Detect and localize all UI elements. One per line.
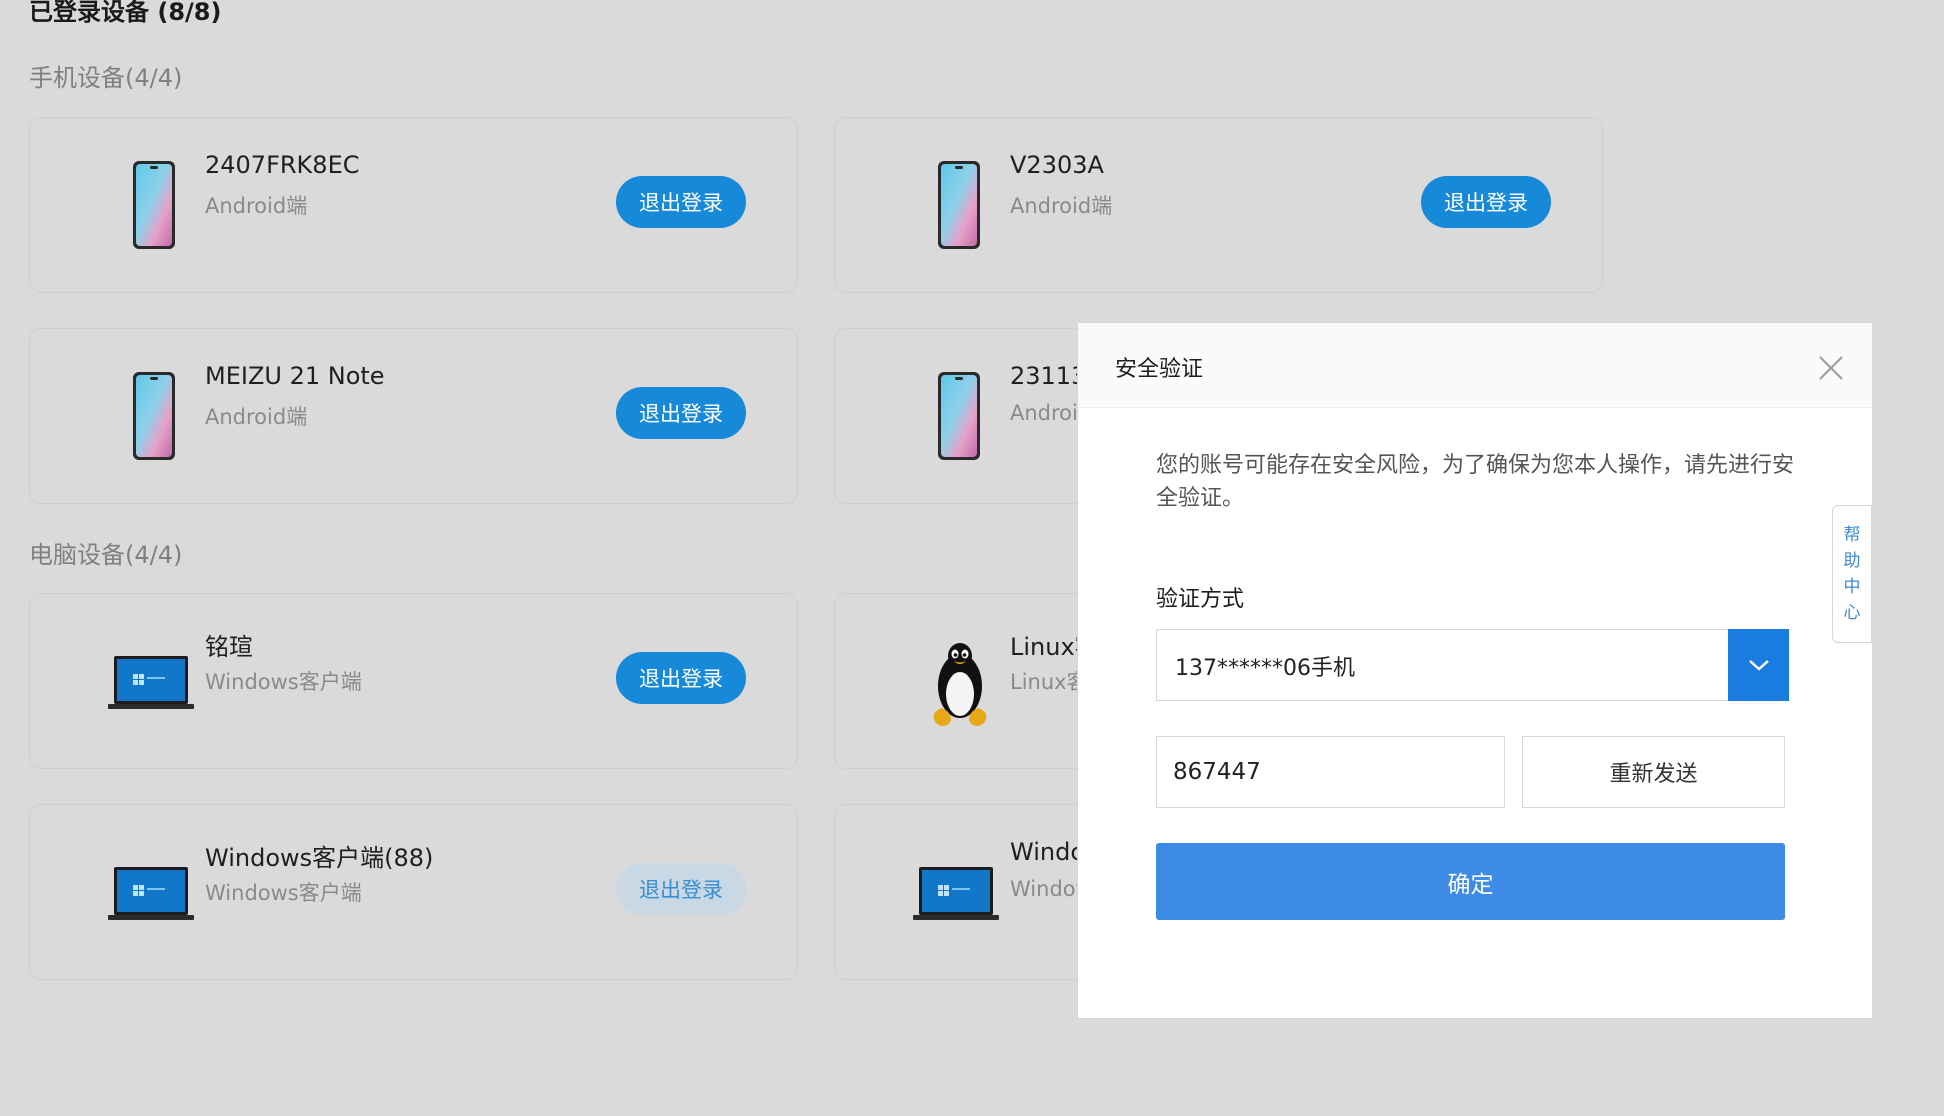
- device-name: 23113: [1010, 362, 1087, 390]
- laptop-icon: [100, 845, 210, 941]
- device-card: V2303A Android端 退出登录: [834, 117, 1603, 293]
- phone-section-title: 手机设备(4/4): [29, 64, 183, 92]
- device-platform: Android端: [205, 405, 308, 429]
- phone-icon: [905, 158, 1015, 254]
- help-char: 中: [1843, 577, 1861, 597]
- verification-method-select[interactable]: 137******06手机: [1156, 629, 1789, 701]
- device-platform: Android端: [205, 194, 308, 218]
- phone-icon: [100, 369, 210, 465]
- device-name: 铭瑄: [205, 633, 253, 661]
- device-platform: Windows客户端: [205, 670, 362, 694]
- help-char: 助: [1843, 551, 1861, 571]
- help-char: 帮: [1843, 525, 1861, 545]
- help-center-tab[interactable]: 帮 助 中 心: [1832, 505, 1872, 643]
- device-platform: Linux客: [1010, 670, 1088, 694]
- device-name: Windows客户端(88): [205, 844, 434, 872]
- logout-button[interactable]: 退出登录: [616, 652, 746, 704]
- security-verification-dialog: 安全验证 您的账号可能存在安全风险，为了确保为您本人操作，请先进行安全验证。 验…: [1077, 322, 1873, 1019]
- pc-section-title: 电脑设备(4/4): [29, 541, 183, 569]
- page-title: 已登录设备 (8/8): [29, 0, 222, 26]
- device-platform: Android端: [1010, 194, 1113, 218]
- laptop-icon: [100, 634, 210, 730]
- resend-button[interactable]: 重新发送: [1522, 736, 1785, 808]
- device-platform: Windows客户端: [205, 881, 362, 905]
- verification-code-input[interactable]: [1156, 736, 1505, 808]
- dialog-message: 您的账号可能存在安全风险，为了确保为您本人操作，请先进行安全验证。: [1156, 453, 1795, 511]
- confirm-button[interactable]: 确定: [1156, 843, 1785, 920]
- chevron-down-icon[interactable]: [1728, 629, 1789, 701]
- device-card: 2407FRK8EC Android端 退出登录: [29, 117, 798, 293]
- device-name: Windc: [1010, 838, 1084, 866]
- device-name: 2407FRK8EC: [205, 151, 360, 179]
- close-icon[interactable]: [1818, 355, 1844, 381]
- device-card: MEIZU 21 Note Android端 退出登录: [29, 328, 798, 504]
- logout-button[interactable]: 退出登录: [1421, 176, 1551, 228]
- help-char: 心: [1843, 603, 1861, 623]
- dialog-header: 安全验证: [1078, 323, 1872, 408]
- laptop-icon: [905, 845, 1015, 941]
- logout-button[interactable]: 退出登录: [616, 863, 746, 915]
- verification-method-label: 验证方式: [1156, 587, 1245, 612]
- device-card: Windows客户端(88) Windows客户端 退出登录: [29, 804, 798, 980]
- device-name: V2303A: [1010, 151, 1104, 179]
- device-card: 铭瑄 Windows客户端 退出登录: [29, 593, 798, 769]
- phone-icon: [905, 369, 1015, 465]
- dialog-title: 安全验证: [1115, 357, 1204, 382]
- logout-button[interactable]: 退出登录: [616, 176, 746, 228]
- device-name: MEIZU 21 Note: [205, 362, 385, 390]
- phone-icon: [100, 158, 210, 254]
- selected-method: 137******06手机: [1175, 656, 1355, 681]
- device-platform: Androi: [1010, 401, 1078, 425]
- logout-button[interactable]: 退出登录: [616, 387, 746, 439]
- linux-penguin-icon: [905, 634, 1015, 730]
